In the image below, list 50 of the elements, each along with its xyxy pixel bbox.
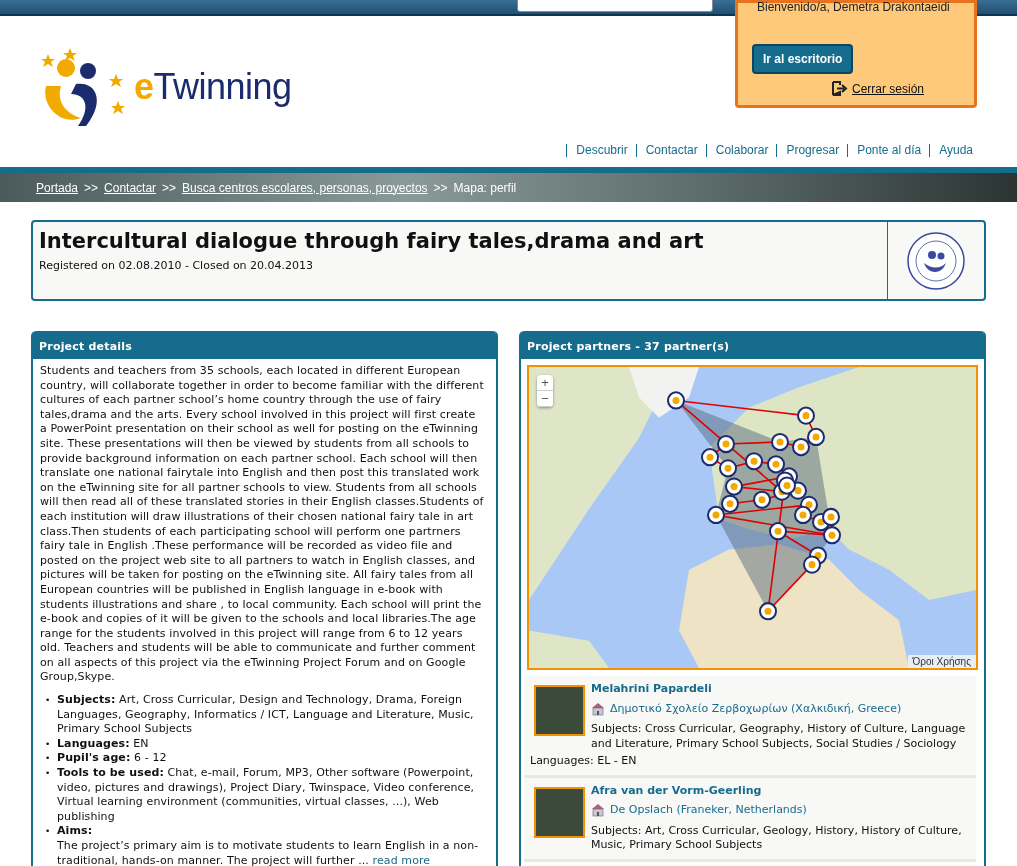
- read-more-link[interactable]: read more: [372, 853, 431, 866]
- project-title: Intercultural dialogue through fairy tales,drama and art: [39, 228, 705, 254]
- bullet: •: [45, 694, 52, 708]
- detail-item: Languages: EN: [57, 736, 150, 752]
- detail-item: Tools to be used: Chat, e-mail, Forum, MP3, Other software (Powerpoint, video, pictures and drawings), Project Diary, Twinspace, Video conference, Virtual learning environment (communities, virtual classes, ...), Web publishing: [57, 766, 476, 825]
- nav-link[interactable]: Progresar: [776, 144, 840, 157]
- bullet: •: [45, 752, 52, 766]
- logout-link[interactable]: Cerrar sesión: [852, 81, 925, 96]
- detail-item: Pupil's age: 6 - 12: [57, 751, 168, 767]
- photo-placeholder: [534, 685, 585, 736]
- partner-name[interactable]: Melahrini Papardeli: [530, 682, 972, 697]
- aims-text: The project’s primary aim is to motivate students to learn English in a non-traditional, hands-on manner. The project will further ... read more: [56, 839, 480, 866]
- breadcrumb-link[interactable]: Busca centros escolares, personas, proyectos: [182, 180, 428, 195]
- badge-icon: [906, 230, 966, 291]
- breadcrumb-link[interactable]: Portada: [36, 180, 79, 195]
- school-icon: [591, 701, 605, 716]
- partner-subjects: Subjects: Cross Curricular, Geography, History of Culture, Language and Literature, Primary School Subjects, Social Studies / Sociology: [590, 722, 967, 751]
- project-dates: Registered on 02.08.2010 - Closed on 20.04.2013: [39, 259, 315, 272]
- panel-heading: Project partners - 37 partner(s): [521, 331, 984, 359]
- breadcrumb-link[interactable]: Contactar: [104, 180, 157, 195]
- partner-name[interactable]: Afra van der Vorm-Geerling: [530, 783, 972, 798]
- nav-link[interactable]: Contactar: [635, 144, 698, 157]
- nav-link[interactable]: Ayuda: [929, 144, 973, 157]
- zoom-out-button[interactable]: −: [537, 391, 553, 407]
- detail-item: Subjects: Art, Cross Curricular, Design and Technology, Drama, Foreign Languages, Geography, Informatics / ICT, Language and Literature, Music, Primary School Subjects: [57, 693, 475, 737]
- logout-icon: [832, 81, 848, 96]
- partner-subjects: Subjects: Art, Cross Curricular, Geology, History, History of Culture, Music, Primary School Subjects: [590, 823, 963, 853]
- breadcrumb-separator: >>: [433, 180, 448, 195]
- bullet: •: [45, 767, 52, 781]
- zoom-in-button[interactable]: +: [537, 375, 553, 391]
- photo-placeholder: [534, 786, 585, 838]
- breadcrumb-separator: >>: [162, 180, 177, 195]
- bullet: •: [45, 737, 52, 751]
- partner-languages: Languages: EL - EN: [530, 754, 638, 769]
- project-description: Students and teachers from 35 schools, each located in different European country, will collaborate together in order to become familiar with the different cultures of each partner school’s home country through the use of fairy tales,drama and the arts. Every school involved in this project will first create a PowerPoint presentation on their school as well for posting on the eTwinning site. These presentations will then be viewed by students from all schools to provide background information on each partner school. Each school will then translate one national fairytale into English and then post this translated work on the eTwinning site for all partner schools to view. Students from all schools will then read all of these translated stories in their English classes.Students of each institution will draw illustrations of their chosen national fairy tale in art class.Then students of each participating school will perform one partrners fairy tale in English .These performance will be recorded as video file and posted on the project web site to all partners to watch in English classes, and pictures will be taken for posting on the eTwinning site. All fairy tales from all European countries will be published in English language in e-book with students illustrations and share , to local community. Each school will print the e-book and copies of it will be given to the schools and local libraries.The age range for the students involved in this project will range from 6 to 12 years old. Teachers and students will be able to communicate and further comment on all aspects of this project via the eTwinning Project Forum and on Google Group,Skype.: [40, 364, 484, 686]
- aims-label: Aims:: [57, 824, 94, 839]
- logo-text: eTwinning: [134, 66, 292, 108]
- map-terms-link[interactable]: Όροι Χρήσης: [907, 655, 976, 668]
- nav-link[interactable]: Colaborar: [705, 144, 769, 157]
- breadcrumb-separator: >>: [84, 180, 99, 195]
- school-link[interactable]: Δημοτικό Σχολείο Ζερβοχωρίων (Χαλκιδική, Greece): [610, 701, 902, 716]
- school-link[interactable]: De Opslach (Franeker, Netherlands): [610, 803, 807, 818]
- nav-link[interactable]: Ponte al día: [847, 144, 922, 157]
- breadcrumb-current: Mapa: perfil: [453, 180, 517, 195]
- panel-heading: Project details: [33, 331, 496, 359]
- desk-button[interactable]: Ir al escritorio: [752, 44, 854, 74]
- school-icon: [591, 803, 605, 818]
- bullet: •: [45, 825, 52, 839]
- nav-link[interactable]: Descubrir: [566, 144, 628, 157]
- greeting-text: Bienvenido/a, Demetra Drakontaeidi: [757, 0, 951, 14]
